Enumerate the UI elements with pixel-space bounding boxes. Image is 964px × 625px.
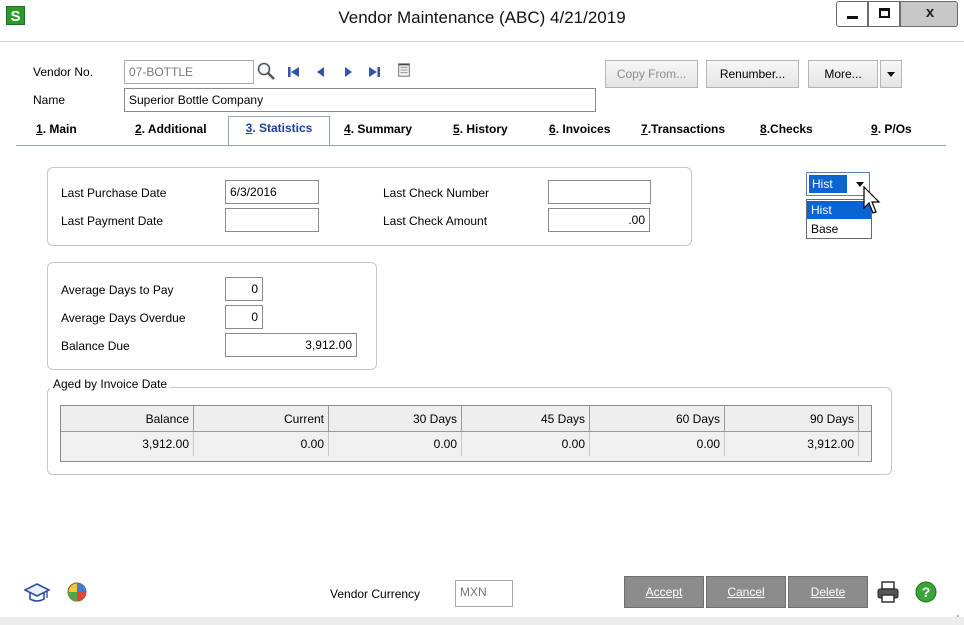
vendor-currency-field[interactable]: MXN xyxy=(455,580,513,607)
close-icon: x xyxy=(925,4,935,21)
vendor-currency-label: Vendor Currency xyxy=(330,587,421,601)
last-check-number-label: Last Check Number xyxy=(383,186,490,200)
svg-text:?: ? xyxy=(922,584,931,600)
avg-days-to-pay-field[interactable]: 0 xyxy=(225,277,263,301)
mouse-cursor-icon xyxy=(863,186,881,214)
cancel-button[interactable]: Cancel xyxy=(706,576,786,608)
more-button[interactable]: More... xyxy=(808,60,878,88)
tab-invoices[interactable]: 6. Invoices xyxy=(549,122,610,142)
prev-record-icon[interactable] xyxy=(314,64,328,80)
more-dropdown-button[interactable] xyxy=(880,60,902,88)
table-cell[interactable]: 3,912.00 xyxy=(725,432,859,456)
balance-due-field[interactable]: 3,912.00 xyxy=(225,333,357,357)
view-option-base[interactable]: Base xyxy=(807,220,871,238)
avg-days-overdue-field[interactable]: 0 xyxy=(225,305,263,329)
last-payment-date-label: Last Payment Date xyxy=(61,214,164,228)
bottom-border xyxy=(0,617,964,625)
table-header[interactable]: Balance xyxy=(61,406,194,432)
tab-main[interactable]: 1. Main xyxy=(36,122,77,142)
table-header[interactable]: Current xyxy=(194,406,329,432)
table-cell[interactable]: 0.00 xyxy=(590,432,725,456)
avg-days-to-pay-label: Average Days to Pay xyxy=(61,283,174,297)
tab-transactions[interactable]: 7.Transactions xyxy=(641,122,725,142)
print-icon[interactable] xyxy=(876,580,900,604)
table-header-filler xyxy=(859,406,871,432)
last-purchase-date-label: Last Purchase Date xyxy=(61,186,167,200)
table-header[interactable]: 30 Days xyxy=(329,406,462,432)
name-label: Name xyxy=(33,93,66,107)
view-select[interactable]: Hist xyxy=(806,172,870,196)
table-cell[interactable]: 3,912.00 xyxy=(61,432,194,456)
name-field[interactable]: Superior Bottle Company xyxy=(124,88,596,112)
close-button[interactable]: x xyxy=(900,1,958,27)
maximize-icon xyxy=(879,8,890,18)
window-title: Vendor Maintenance (ABC) 4/21/2019 xyxy=(338,8,626,27)
table-cell[interactable]: 0.00 xyxy=(194,432,329,456)
first-record-icon[interactable] xyxy=(286,64,302,80)
tab-checks[interactable]: 8.Checks xyxy=(760,122,813,142)
help-icon[interactable]: ? xyxy=(914,580,938,604)
title-bar: S Vendor Maintenance (ABC) 4/21/2019 x xyxy=(0,0,964,42)
last-check-amount-label: Last Check Amount xyxy=(383,214,488,228)
tab-divider xyxy=(16,145,946,146)
last-payment-date-field[interactable] xyxy=(225,208,319,232)
aged-table: Balance Current 30 Days 45 Days 60 Days … xyxy=(60,405,872,462)
balance-due-label: Balance Due xyxy=(61,339,130,353)
table-cell[interactable]: 0.00 xyxy=(462,432,590,456)
tab-summary[interactable]: 4. Summary xyxy=(344,122,412,142)
table-header[interactable]: 90 Days xyxy=(725,406,859,432)
vendor-no-field[interactable]: 07-BOTTLE xyxy=(124,60,254,84)
last-check-number-field[interactable] xyxy=(548,180,651,204)
table-cell[interactable]: 0.00 xyxy=(329,432,462,456)
maximize-button[interactable] xyxy=(868,1,900,27)
graduation-cap-icon[interactable] xyxy=(24,582,50,604)
memo-icon[interactable] xyxy=(396,62,412,78)
lookup-icon[interactable] xyxy=(256,61,276,81)
last-purchase-date-field[interactable]: 6/3/2016 xyxy=(225,180,319,204)
last-record-icon[interactable] xyxy=(366,64,382,80)
table-header[interactable]: 45 Days xyxy=(462,406,590,432)
aged-group-title: Aged by Invoice Date xyxy=(50,377,171,391)
chevron-down-icon xyxy=(887,72,895,77)
avg-days-overdue-label: Average Days Overdue xyxy=(61,311,186,325)
next-record-icon[interactable] xyxy=(341,64,355,80)
vendor-no-label: Vendor No. xyxy=(33,65,94,79)
globe-icon[interactable] xyxy=(66,581,88,603)
minimize-button[interactable] xyxy=(836,1,868,27)
table-header[interactable]: 60 Days xyxy=(590,406,725,432)
minimize-icon xyxy=(847,16,858,19)
delete-button[interactable]: Delete xyxy=(788,576,868,608)
tab-statistics[interactable]: 3. Statistics xyxy=(228,116,330,146)
renumber-button[interactable]: Renumber... xyxy=(706,60,799,88)
last-check-amount-field[interactable]: .00 xyxy=(548,208,650,232)
tab-pos[interactable]: 9. P/Os xyxy=(871,122,912,142)
tab-history[interactable]: 5. History xyxy=(453,122,508,142)
copy-from-button[interactable]: Copy From... xyxy=(605,60,698,88)
view-select-value: Hist xyxy=(809,175,847,193)
tab-additional[interactable]: 2. Additional xyxy=(135,122,207,142)
accept-button[interactable]: Accept xyxy=(624,576,704,608)
last-activity-group xyxy=(47,167,692,246)
